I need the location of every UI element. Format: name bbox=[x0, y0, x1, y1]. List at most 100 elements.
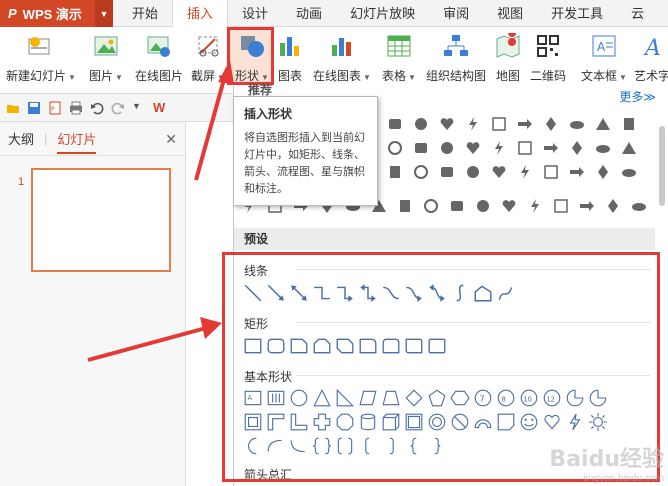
recommended-shape[interactable] bbox=[487, 136, 511, 160]
recommended-shape[interactable] bbox=[575, 194, 599, 218]
recommended-shape[interactable] bbox=[565, 112, 589, 136]
basic-shape[interactable]: 10 bbox=[519, 388, 539, 408]
basic-shape[interactable] bbox=[473, 412, 493, 432]
rect-shape[interactable] bbox=[427, 336, 447, 356]
online-chart-button[interactable]: 在线图表 ▼ bbox=[312, 33, 372, 89]
basic-shape[interactable] bbox=[381, 388, 401, 408]
rect-shape[interactable] bbox=[335, 336, 355, 356]
picture-button[interactable]: 图片 ▼ bbox=[88, 33, 124, 89]
basic-shape[interactable] bbox=[358, 436, 378, 456]
basic-shape[interactable] bbox=[335, 412, 355, 432]
basic-shape[interactable] bbox=[427, 388, 447, 408]
line-shape[interactable] bbox=[450, 283, 470, 303]
basic-shape[interactable] bbox=[358, 412, 378, 432]
recommended-shape[interactable] bbox=[591, 112, 615, 136]
new-slide-button[interactable]: 新建幻灯片 ▼ bbox=[6, 33, 76, 89]
line-shape[interactable] bbox=[243, 283, 263, 303]
recommended-shape[interactable] bbox=[435, 112, 459, 136]
rect-shape[interactable] bbox=[243, 336, 263, 356]
basic-shape[interactable] bbox=[289, 436, 309, 456]
tab-slideshow[interactable]: 幻灯片放映 bbox=[336, 0, 429, 27]
recommended-shape[interactable] bbox=[513, 112, 537, 136]
tab-review[interactable]: 审阅 bbox=[429, 0, 483, 27]
recommended-shape[interactable] bbox=[409, 160, 433, 184]
qrcode-button[interactable]: 二维码 bbox=[528, 33, 568, 89]
recommended-shape[interactable] bbox=[383, 112, 407, 136]
recommended-shape[interactable] bbox=[461, 112, 485, 136]
basic-shape[interactable]: A bbox=[243, 388, 263, 408]
line-shape[interactable] bbox=[358, 283, 378, 303]
org-chart-button[interactable]: 组织结构图 bbox=[425, 33, 487, 89]
tab-design[interactable]: 设计 bbox=[228, 0, 282, 27]
basic-shape[interactable] bbox=[289, 412, 309, 432]
save-icon[interactable] bbox=[27, 101, 41, 115]
recommended-shape[interactable] bbox=[435, 160, 459, 184]
rect-shape[interactable] bbox=[289, 336, 309, 356]
recommended-shape[interactable] bbox=[461, 136, 485, 160]
app-menu-button[interactable]: P WPS 演示 ▼ bbox=[0, 0, 113, 27]
recommended-shape[interactable] bbox=[383, 160, 407, 184]
basic-shape[interactable] bbox=[565, 388, 585, 408]
basic-shape[interactable] bbox=[312, 412, 332, 432]
basic-shape[interactable] bbox=[381, 436, 401, 456]
recommended-shape[interactable] bbox=[419, 194, 443, 218]
recommended-shape[interactable] bbox=[523, 194, 547, 218]
textbox-button[interactable]: A 文本框 ▼ bbox=[580, 33, 628, 89]
tab-slides[interactable]: 幻灯片 bbox=[57, 129, 97, 154]
tab-view[interactable]: 视图 bbox=[483, 0, 537, 27]
recommended-shape[interactable] bbox=[487, 160, 511, 184]
recommended-shape[interactable] bbox=[383, 136, 407, 160]
basic-shape[interactable] bbox=[266, 412, 286, 432]
basic-shape[interactable]: 8 bbox=[496, 388, 516, 408]
tab-outline[interactable]: 大纲 bbox=[8, 129, 34, 148]
basic-shape[interactable] bbox=[496, 412, 516, 432]
basic-shape[interactable] bbox=[335, 436, 355, 456]
recommended-shape[interactable] bbox=[565, 136, 589, 160]
chart-button[interactable]: 图表 bbox=[274, 33, 306, 89]
print-icon[interactable] bbox=[69, 101, 83, 115]
line-shape[interactable] bbox=[404, 283, 424, 303]
redo-icon[interactable] bbox=[111, 101, 125, 115]
basic-shape[interactable] bbox=[404, 436, 424, 456]
basic-shape[interactable] bbox=[588, 412, 608, 432]
table-button[interactable]: 表格 ▼ bbox=[380, 33, 418, 89]
basic-shape[interactable] bbox=[358, 388, 378, 408]
recommended-shape[interactable] bbox=[539, 136, 563, 160]
recommended-shape[interactable] bbox=[513, 136, 537, 160]
close-icon[interactable]: ✕ bbox=[165, 131, 177, 148]
basic-shape[interactable] bbox=[427, 436, 447, 456]
basic-shape[interactable] bbox=[266, 388, 286, 408]
basic-shape[interactable]: 7 bbox=[473, 388, 493, 408]
line-shape[interactable] bbox=[473, 283, 493, 303]
recommended-shape[interactable] bbox=[591, 136, 615, 160]
basic-shape[interactable] bbox=[542, 412, 562, 432]
basic-shape[interactable] bbox=[266, 436, 286, 456]
tab-insert[interactable]: 插入 bbox=[172, 0, 229, 28]
rect-shape[interactable] bbox=[404, 336, 424, 356]
recommended-shape[interactable] bbox=[565, 160, 589, 184]
more-link[interactable]: 更多≫ bbox=[619, 88, 656, 105]
line-shape[interactable] bbox=[289, 283, 309, 303]
recommended-shape[interactable] bbox=[617, 136, 641, 160]
basic-shape[interactable]: 12 bbox=[542, 388, 562, 408]
line-shape[interactable] bbox=[335, 283, 355, 303]
line-shape[interactable] bbox=[427, 283, 447, 303]
customize-icon[interactable]: ▼ bbox=[132, 101, 146, 115]
panel-scrollbar[interactable] bbox=[659, 126, 665, 206]
undo-icon[interactable] bbox=[90, 101, 104, 115]
recommended-shape[interactable] bbox=[461, 160, 485, 184]
recommended-shape[interactable] bbox=[471, 194, 495, 218]
tab-developer[interactable]: 开发工具 bbox=[537, 0, 617, 27]
slide-thumbnail[interactable] bbox=[31, 168, 171, 272]
basic-shape[interactable] bbox=[312, 436, 332, 456]
tab-animation[interactable]: 动画 bbox=[282, 0, 336, 27]
basic-shape[interactable] bbox=[427, 412, 447, 432]
recommended-shape[interactable] bbox=[627, 194, 651, 218]
basic-shape[interactable] bbox=[588, 388, 608, 408]
rect-shape[interactable] bbox=[358, 336, 378, 356]
basic-shape[interactable] bbox=[381, 412, 401, 432]
rect-shape[interactable] bbox=[312, 336, 332, 356]
tab-home[interactable]: 开始 bbox=[118, 0, 172, 27]
basic-shape[interactable] bbox=[243, 412, 263, 432]
basic-shape[interactable] bbox=[450, 412, 470, 432]
